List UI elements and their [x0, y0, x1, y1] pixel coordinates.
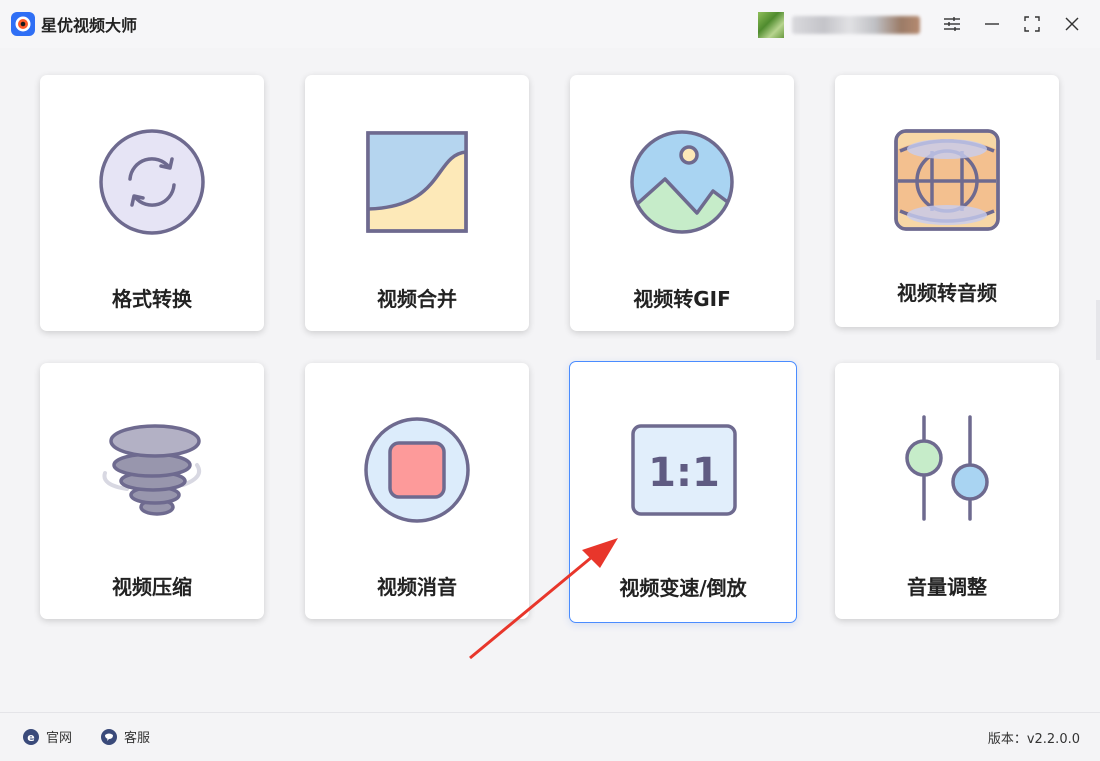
close-icon: [1065, 17, 1079, 31]
user-name-blurred[interactable]: [792, 16, 920, 34]
tool-card-compress[interactable]: 视频压缩: [40, 363, 264, 619]
tool-card-label: 视频变速/倒放: [619, 576, 747, 600]
close-button[interactable]: [1060, 12, 1084, 36]
panorama-audio-icon: [894, 129, 1000, 231]
ratio-text: 1:1: [648, 450, 720, 496]
official-site-link[interactable]: e 官网: [22, 727, 72, 746]
refresh-convert-icon: [99, 129, 205, 235]
tool-card-mute[interactable]: 视频消音: [305, 363, 529, 619]
customer-service-link[interactable]: 客服: [100, 727, 150, 746]
volume-sliders-icon: [905, 415, 989, 521]
chat-bubble-icon: [100, 728, 118, 746]
tool-card-video-to-gif[interactable]: 视频转GIF: [570, 75, 794, 331]
tool-card-label: 视频转音频: [897, 281, 997, 305]
merge-curve-icon: [366, 131, 468, 233]
version-text: 版本：v2.2.0.0: [987, 732, 1080, 747]
scrollbar-hint[interactable]: [1096, 300, 1100, 360]
tool-card-format-convert[interactable]: 格式转换: [40, 75, 264, 331]
tool-card-label: 音量调整: [907, 575, 987, 599]
minimize-button[interactable]: [980, 12, 1004, 36]
tool-card-speed-reverse[interactable]: 1:1 视频变速/倒放: [569, 361, 797, 623]
user-avatar[interactable]: [758, 12, 784, 38]
ratio-1-1-icon: 1:1: [631, 424, 737, 516]
stop-square-icon: [364, 417, 470, 523]
maximize-icon: [1024, 16, 1040, 32]
ie-browser-icon: e: [22, 728, 40, 746]
customer-service-label: 客服: [124, 731, 151, 746]
tool-card-label: 视频合并: [377, 287, 457, 311]
tornado-compress-icon: [102, 424, 202, 516]
tool-card-label: 视频消音: [377, 575, 457, 599]
tool-card-label: 视频压缩: [112, 575, 192, 599]
app-title: 星优视频大师: [41, 16, 138, 35]
svg-text:e: e: [27, 731, 34, 744]
minimize-icon: [985, 23, 999, 25]
maximize-button[interactable]: [1020, 12, 1044, 36]
footer-bar: e 官网 客服 版本：v2.2.0.0: [0, 712, 1100, 761]
tool-card-volume[interactable]: 音量调整: [835, 363, 1059, 619]
tool-card-label: 视频转GIF: [633, 287, 731, 311]
settings-sliders-icon: [944, 17, 960, 31]
tool-card-video-to-audio[interactable]: 视频转音频: [835, 75, 1059, 327]
image-landscape-icon: [630, 130, 734, 234]
tool-card-label: 格式转换: [112, 287, 192, 311]
app-logo-icon: [11, 12, 35, 36]
title-bar: 星优视频大师: [0, 0, 1100, 48]
official-site-label: 官网: [46, 731, 73, 746]
tool-card-merge[interactable]: 视频合并: [305, 75, 529, 331]
settings-button[interactable]: [940, 12, 964, 36]
